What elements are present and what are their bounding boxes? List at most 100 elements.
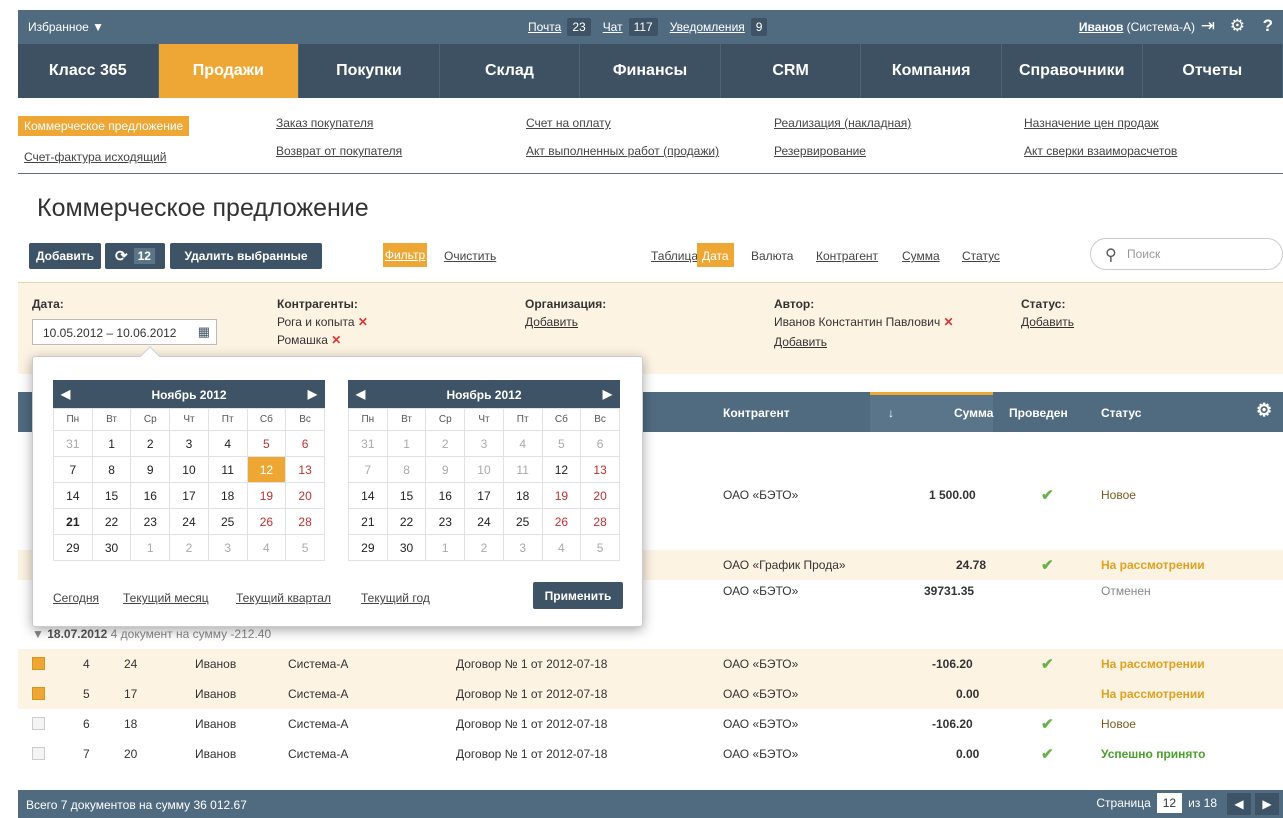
group-header[interactable]: ▼ 18.07.2012 4 документ на сумму -212.40	[32, 627, 271, 641]
day-cell[interactable]: 15	[386, 482, 427, 509]
nav-references[interactable]: Справочники	[1002, 44, 1143, 98]
day-cell[interactable]: 1	[130, 534, 171, 561]
prev-page-button[interactable]: ◀	[1227, 793, 1251, 815]
sort-arrow-icon[interactable]: ↓	[888, 406, 894, 420]
nav-company[interactable]: Компания	[861, 44, 1002, 98]
quick-current-month[interactable]: Текущий месяц	[123, 591, 209, 605]
nav-warehouse[interactable]: Склад	[440, 44, 581, 98]
day-cell-today[interactable]: 21	[53, 508, 93, 535]
next-month-icon[interactable]: ▶	[308, 387, 317, 401]
day-cell[interactable]: 3	[169, 430, 209, 457]
add-button[interactable]: Добавить	[29, 243, 101, 269]
day-cell[interactable]: 13	[580, 456, 620, 483]
subnav-customer-order[interactable]: Заказ покупателя	[276, 116, 402, 130]
next-month-icon[interactable]: ▶	[603, 387, 612, 401]
row-checkbox[interactable]	[32, 717, 45, 730]
col-header-counterparty[interactable]: Контрагент	[723, 406, 790, 420]
col-header-status[interactable]: Статус	[1101, 406, 1141, 420]
day-cell[interactable]: 7	[348, 456, 388, 483]
remove-author-icon[interactable]: ✕	[944, 315, 954, 329]
collapse-icon[interactable]: ▼	[32, 627, 44, 641]
day-cell[interactable]: 25	[502, 508, 543, 535]
gear-icon[interactable]: ⚙	[1230, 16, 1245, 36]
chat-link[interactable]: Чат	[603, 20, 623, 34]
day-cell[interactable]: 4	[246, 534, 287, 561]
column-tab-sum[interactable]: Сумма	[902, 249, 940, 263]
day-cell[interactable]: 18	[207, 482, 248, 509]
remove-counterparty-2-icon[interactable]: ✕	[331, 333, 341, 347]
notifications-link[interactable]: Уведомления	[670, 20, 745, 34]
day-cell[interactable]: 28	[285, 508, 325, 535]
column-tab-status[interactable]: Статус	[962, 249, 1000, 263]
col-header-posted[interactable]: Проведен	[1009, 406, 1068, 420]
page-input[interactable]: 12	[1156, 793, 1183, 813]
nav-finance[interactable]: Финансы	[580, 44, 721, 98]
row-checkbox[interactable]	[32, 657, 45, 670]
day-cell[interactable]: 4	[207, 430, 248, 457]
filter-button[interactable]: Фильтр	[383, 243, 427, 267]
day-cell[interactable]: 20	[285, 482, 325, 509]
day-cell[interactable]: 7	[53, 456, 93, 483]
next-page-button[interactable]: ▶	[1255, 793, 1279, 815]
day-cell[interactable]: 18	[502, 482, 543, 509]
day-cell[interactable]: 31	[53, 430, 93, 457]
day-cell[interactable]: 6	[285, 430, 325, 457]
help-icon[interactable]: ?	[1263, 16, 1273, 36]
day-cell[interactable]: 3	[502, 534, 543, 561]
day-cell[interactable]: 17	[464, 482, 504, 509]
nav-sales[interactable]: Продажи	[158, 44, 300, 98]
subnav-commercial-offer[interactable]: Коммерческое предложение	[18, 116, 190, 136]
author-add-link[interactable]: Добавить	[774, 335, 827, 349]
delete-selected-button[interactable]: Удалить выбранные	[170, 243, 322, 269]
row-checkbox[interactable]	[32, 687, 45, 700]
day-cell[interactable]: 1	[91, 430, 132, 457]
day-cell[interactable]: 9	[425, 456, 466, 483]
grid-settings-icon[interactable]: ⚙	[1256, 400, 1272, 421]
day-cell[interactable]: 2	[464, 534, 504, 561]
table-row[interactable]: 6 18 Иванов Система-А Договор № 1 от 201…	[18, 709, 1283, 739]
day-cell[interactable]: 31	[348, 430, 388, 457]
day-cell[interactable]: 16	[425, 482, 466, 509]
day-cell[interactable]: 2	[169, 534, 209, 561]
view-table-link[interactable]: Таблица	[651, 249, 698, 263]
day-cell[interactable]: 10	[169, 456, 209, 483]
day-cell[interactable]: 4	[541, 534, 582, 561]
day-cell[interactable]: 14	[348, 482, 388, 509]
day-cell[interactable]: 25	[207, 508, 248, 535]
day-cell[interactable]: 28	[580, 508, 620, 535]
day-cell[interactable]: 20	[580, 482, 620, 509]
day-cell[interactable]: 5	[541, 430, 582, 457]
column-tab-date[interactable]: Дата	[697, 243, 734, 267]
day-cell[interactable]: 9	[130, 456, 171, 483]
status-add-link[interactable]: Добавить	[1021, 315, 1074, 329]
clear-link[interactable]: Очистить	[444, 249, 496, 263]
day-cell[interactable]: 22	[386, 508, 427, 535]
logout-icon[interactable]: ⇥	[1201, 16, 1215, 36]
day-cell[interactable]: 15	[91, 482, 132, 509]
day-cell[interactable]: 19	[246, 482, 287, 509]
day-cell[interactable]: 5	[246, 430, 287, 457]
mail-link[interactable]: Почта	[528, 20, 561, 34]
column-tab-counterparty[interactable]: Контрагент	[816, 249, 878, 263]
subnav-realization[interactable]: Реализация (накладная)	[774, 116, 911, 130]
day-cell[interactable]: 1	[386, 430, 427, 457]
nav-class365[interactable]: Класс 365	[18, 44, 159, 98]
nav-purchases[interactable]: Покупки	[299, 44, 440, 98]
apply-button[interactable]: Применить	[533, 582, 623, 609]
row-checkbox[interactable]	[32, 747, 45, 760]
day-cell[interactable]: 6	[580, 430, 620, 457]
day-cell[interactable]: 11	[502, 456, 543, 483]
quick-current-quarter[interactable]: Текущий квартал	[236, 591, 331, 605]
day-cell[interactable]: 29	[53, 534, 93, 561]
day-cell[interactable]: 5	[285, 534, 325, 561]
day-cell[interactable]: 14	[53, 482, 93, 509]
date-range-input[interactable]: 10.05.2012 – 10.06.2012 ▦	[32, 319, 217, 345]
day-cell[interactable]: 8	[386, 456, 427, 483]
search-input[interactable]: ⚲ Поиск	[1090, 238, 1283, 270]
subnav-pricing[interactable]: Назначение цен продаж	[1024, 116, 1177, 130]
nav-crm[interactable]: CRM	[721, 44, 862, 98]
day-cell[interactable]: 17	[169, 482, 209, 509]
subnav-customer-return[interactable]: Возврат от покупателя	[276, 144, 402, 158]
day-cell[interactable]: 26	[246, 508, 287, 535]
subnav-work-act[interactable]: Акт выполненных работ (продажи)	[526, 144, 719, 158]
